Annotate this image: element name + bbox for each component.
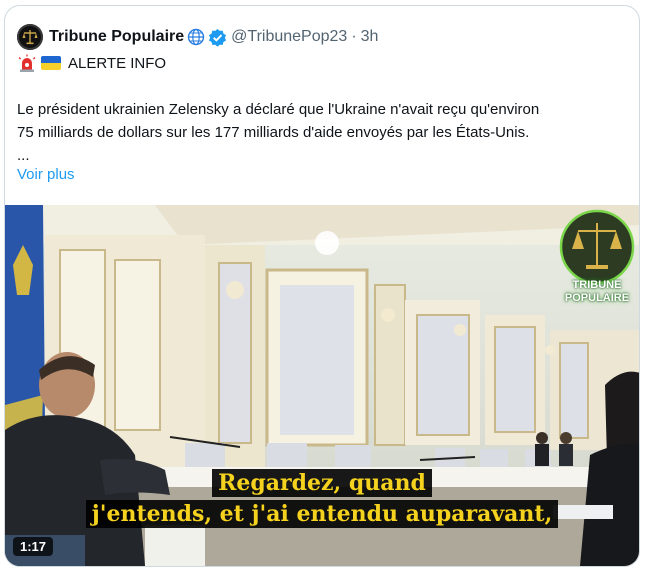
subtitle-line: j'entends, et j'ai entendu auparavant, (5, 499, 639, 530)
ukraine-flag-icon (41, 56, 61, 70)
video-player[interactable]: TRIBUNE POPULAIRE Regardez, quand j'ente… (5, 205, 639, 566)
watermark-line: TRIBUNE (572, 279, 622, 291)
subtitle-text: j'entends, et j'ai entendu auparavant, (85, 500, 559, 528)
globe-icon (187, 28, 205, 46)
scales-avatar-icon (22, 30, 38, 45)
subtitle-text: Regardez, quand (212, 469, 432, 497)
tweet-text-ellipsis: ... (17, 147, 30, 164)
author-handle[interactable]: @TribunePop23 (231, 28, 347, 46)
siren-icon (17, 54, 37, 72)
alert-line: ALERTE INFO (17, 54, 166, 72)
tweet-text: Le président ukrainien Zelensky a déclar… (17, 98, 629, 167)
show-more-link[interactable]: Voir plus (17, 166, 75, 183)
subtitle-line: Regardez, quand (5, 468, 639, 499)
separator-dot: · (351, 28, 357, 45)
watermark-line: POPULAIRE (564, 292, 630, 304)
verified-badge-icon[interactable] (208, 28, 227, 47)
video-duration-badge: 1:17 (13, 537, 54, 556)
tweet-header: Tribune Populaire @TribunePop23 · 3h (17, 22, 378, 52)
watermark-logo: TRIBUNE POPULAIRE (558, 209, 636, 307)
tweet-text-line: Le président ukrainien Zelensky a déclar… (17, 101, 540, 118)
tweet-text-line: 75 milliards de dollars sur les 177 mill… (17, 124, 530, 141)
tweet-timestamp[interactable]: 3h (361, 28, 379, 46)
author-name[interactable]: Tribune Populaire (49, 28, 184, 46)
alert-label: ALERTE INFO (68, 54, 167, 72)
tweet-card[interactable]: Tribune Populaire @TribunePop23 · 3h ALE… (4, 5, 640, 567)
avatar[interactable] (17, 24, 43, 50)
